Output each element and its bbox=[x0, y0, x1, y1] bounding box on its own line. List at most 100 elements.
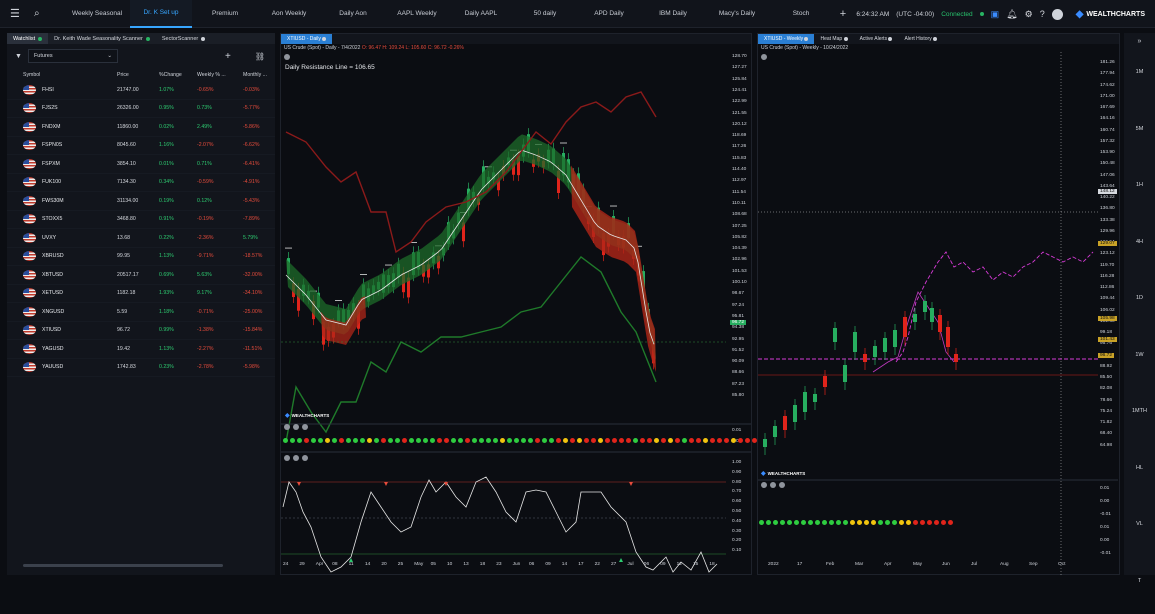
symbol-cell[interactable]: FNDXM bbox=[23, 122, 117, 132]
tab-sector-scanner[interactable]: SectorScanner bbox=[156, 33, 211, 44]
layout-tab[interactable]: APD Daily bbox=[578, 0, 640, 28]
timeframe-1d[interactable]: 1D bbox=[1124, 275, 1155, 332]
avatar[interactable] bbox=[1052, 9, 1063, 20]
table-row[interactable]: UVXY13.680.22%-2.36%5.79% bbox=[7, 229, 275, 248]
timeframe-1w[interactable]: 1W bbox=[1124, 332, 1155, 389]
search-icon[interactable]: ⌕ bbox=[34, 8, 60, 19]
bell-icon[interactable]: 🔔︎ bbox=[1006, 9, 1017, 20]
tab-watchlist[interactable]: Watchlist bbox=[7, 33, 48, 44]
layout-tab[interactable]: Dr. K Set up bbox=[130, 0, 192, 28]
table-row[interactable]: FSPN0S8045.601.16%-2.07%-6.62% bbox=[7, 137, 275, 156]
table-row[interactable]: FHSI21747.001.07%-0.65%-0.03% bbox=[7, 81, 275, 100]
table-row[interactable]: XBRUSD99.951.13%-9.71%-18.57% bbox=[7, 248, 275, 267]
stoch-close-icon[interactable] bbox=[302, 455, 308, 461]
timeframe-t[interactable]: T bbox=[1124, 558, 1155, 614]
weekly-price-chart[interactable] bbox=[758, 52, 1121, 576]
layout-tab[interactable]: Daily Aon bbox=[322, 0, 384, 28]
symbol-cell[interactable]: FJS2S bbox=[23, 103, 117, 113]
table-row[interactable]: XNGUSD5.591.18%-0.71%-25.00% bbox=[7, 303, 275, 322]
price-tick-label: 95.76 bbox=[1100, 341, 1112, 346]
tab-alert-history[interactable]: Alert History bbox=[898, 34, 943, 44]
layout-tab[interactable]: IBM Daily bbox=[642, 0, 704, 28]
symbol-cell[interactable]: XBTUSD bbox=[23, 270, 117, 280]
col-price[interactable]: Price bbox=[117, 72, 159, 78]
gear-icon[interactable]: ⚙ bbox=[1025, 9, 1033, 20]
indicator-visibility-icon[interactable] bbox=[293, 424, 299, 430]
daily-price-chart[interactable] bbox=[281, 52, 753, 576]
price-tick-label: 88.92 bbox=[1100, 364, 1112, 369]
layout-tab[interactable]: Stoch bbox=[770, 0, 832, 28]
table-row[interactable]: STOXX53468.800.91%-0.19%-7.89% bbox=[7, 211, 275, 230]
indicator-settings-icon[interactable] bbox=[284, 424, 290, 430]
col-symbol[interactable]: Symbol bbox=[23, 72, 117, 78]
layout-tab[interactable]: Macy's Daily bbox=[706, 0, 768, 28]
table-row[interactable]: XBTUSD20517.170.69%5.63%-32.00% bbox=[7, 266, 275, 285]
filter-icon[interactable]: ▼ bbox=[15, 53, 22, 60]
indicator-visibility-icon[interactable] bbox=[770, 482, 776, 488]
candle bbox=[793, 405, 797, 422]
symbol-cell[interactable]: XTIUSD bbox=[23, 325, 117, 335]
table-row[interactable]: XTIUSD96.720.99%-1.38%-15.84% bbox=[7, 322, 275, 341]
symbol-cell[interactable]: STOXX5 bbox=[23, 214, 117, 224]
menu-icon[interactable]: ☰ bbox=[10, 7, 30, 20]
layout-tab[interactable]: Weekly Seasonal bbox=[66, 0, 128, 28]
weekly-cell: -0.65% bbox=[197, 87, 243, 93]
symbol-cell[interactable]: FSPXM bbox=[23, 159, 117, 169]
symbol-cell[interactable]: FWS30M bbox=[23, 196, 117, 206]
tab-active-alerts[interactable]: Active Alerts bbox=[854, 34, 899, 44]
tab-label: Watchlist bbox=[13, 36, 35, 42]
stoch-tick-label: 0.80 bbox=[732, 480, 741, 485]
collapse-chevron-icon[interactable]: » bbox=[1124, 33, 1155, 49]
stoch-settings-icon[interactable] bbox=[284, 455, 290, 461]
layout-tab[interactable]: Premium bbox=[194, 0, 256, 28]
add-tab-icon[interactable]: + bbox=[834, 8, 852, 20]
table-row[interactable]: YAUUSD1742.830.23%-2.78%-5.98% bbox=[7, 359, 275, 378]
table-row[interactable]: FSPXM3854.100.01%0.71%-6.41% bbox=[7, 155, 275, 174]
col-change[interactable]: %Change bbox=[159, 72, 197, 78]
indicator-settings-icon[interactable] bbox=[761, 482, 767, 488]
table-row[interactable]: FJS2S26326.000.95%0.73%-5.77% bbox=[7, 100, 275, 119]
tab-heat-map[interactable]: Heat Map bbox=[814, 34, 853, 44]
symbol-cell[interactable]: XBRUSD bbox=[23, 251, 117, 261]
layout-tab[interactable]: 50 daily bbox=[514, 0, 576, 28]
symbol-cell[interactable]: UVXY bbox=[23, 233, 117, 243]
timeframe-hl[interactable]: HL bbox=[1124, 445, 1155, 502]
table-row[interactable]: FNDXM11860.000.02%2.49%-5.86% bbox=[7, 118, 275, 137]
tab-seasonality-scanner[interactable]: Dr. Keith Wade Seasonality Scanner bbox=[48, 33, 156, 44]
table-row[interactable]: XETUSD1182.181.93%9.17%-34.10% bbox=[7, 285, 275, 304]
table-row[interactable]: YAGUSD19.421.13%-2.27%-11.51% bbox=[7, 340, 275, 359]
save-icon[interactable]: ▣ bbox=[991, 9, 1000, 20]
col-monthly[interactable]: Monthly ... bbox=[243, 72, 283, 78]
timeframe-1h[interactable]: 1H bbox=[1124, 162, 1155, 219]
table-row[interactable]: FUK1007134.300.34%-0.59%-4.91% bbox=[7, 174, 275, 193]
symbol-cell[interactable]: XETUSD bbox=[23, 288, 117, 298]
add-symbol-icon[interactable]: + bbox=[225, 51, 231, 62]
list-select[interactable]: Futures⌄ bbox=[28, 49, 118, 63]
timezone[interactable]: (UTC -04:00) bbox=[896, 11, 934, 18]
timeframe-5m[interactable]: 5M bbox=[1124, 106, 1155, 163]
horizontal-scrollbar[interactable] bbox=[23, 564, 223, 567]
indicator-close-icon[interactable] bbox=[779, 482, 785, 488]
timeframe-1mth[interactable]: 1MTH bbox=[1124, 388, 1155, 445]
timeframe-1m[interactable]: 1M bbox=[1124, 49, 1155, 106]
timeframe-4h[interactable]: 4H bbox=[1124, 219, 1155, 276]
timeframe-vl[interactable]: VL bbox=[1124, 501, 1155, 558]
symbol-cell[interactable]: FUK100 bbox=[23, 177, 117, 187]
symbol-cell[interactable]: YAGUSD bbox=[23, 344, 117, 354]
symbol-cell[interactable]: YAUUSD bbox=[23, 362, 117, 372]
layout-tab[interactable]: AAPL Weekly bbox=[386, 0, 448, 28]
symbol-cell[interactable]: XNGUSD bbox=[23, 307, 117, 317]
layout-tab[interactable]: Daily AAPL bbox=[450, 0, 512, 28]
col-weekly[interactable]: Weekly % ... bbox=[197, 72, 243, 78]
tab-weekly-chart[interactable]: XTIUSD - Weekly bbox=[758, 34, 814, 44]
symbol-cell[interactable]: FSPN0S bbox=[23, 140, 117, 150]
tab-daily-chart[interactable]: XTIUSD - Daily bbox=[281, 34, 332, 44]
link-icon[interactable]: ⛓ bbox=[255, 52, 265, 61]
table-row[interactable]: FWS30M31134.000.19%0.12%-5.43% bbox=[7, 192, 275, 211]
signal-dot bbox=[346, 438, 351, 443]
layout-tab[interactable]: Aon Weekly bbox=[258, 0, 320, 28]
symbol-cell[interactable]: FHSI bbox=[23, 85, 117, 95]
indicator-close-icon[interactable] bbox=[302, 424, 308, 430]
stoch-visibility-icon[interactable] bbox=[293, 455, 299, 461]
help-icon[interactable]: ? bbox=[1040, 9, 1045, 19]
